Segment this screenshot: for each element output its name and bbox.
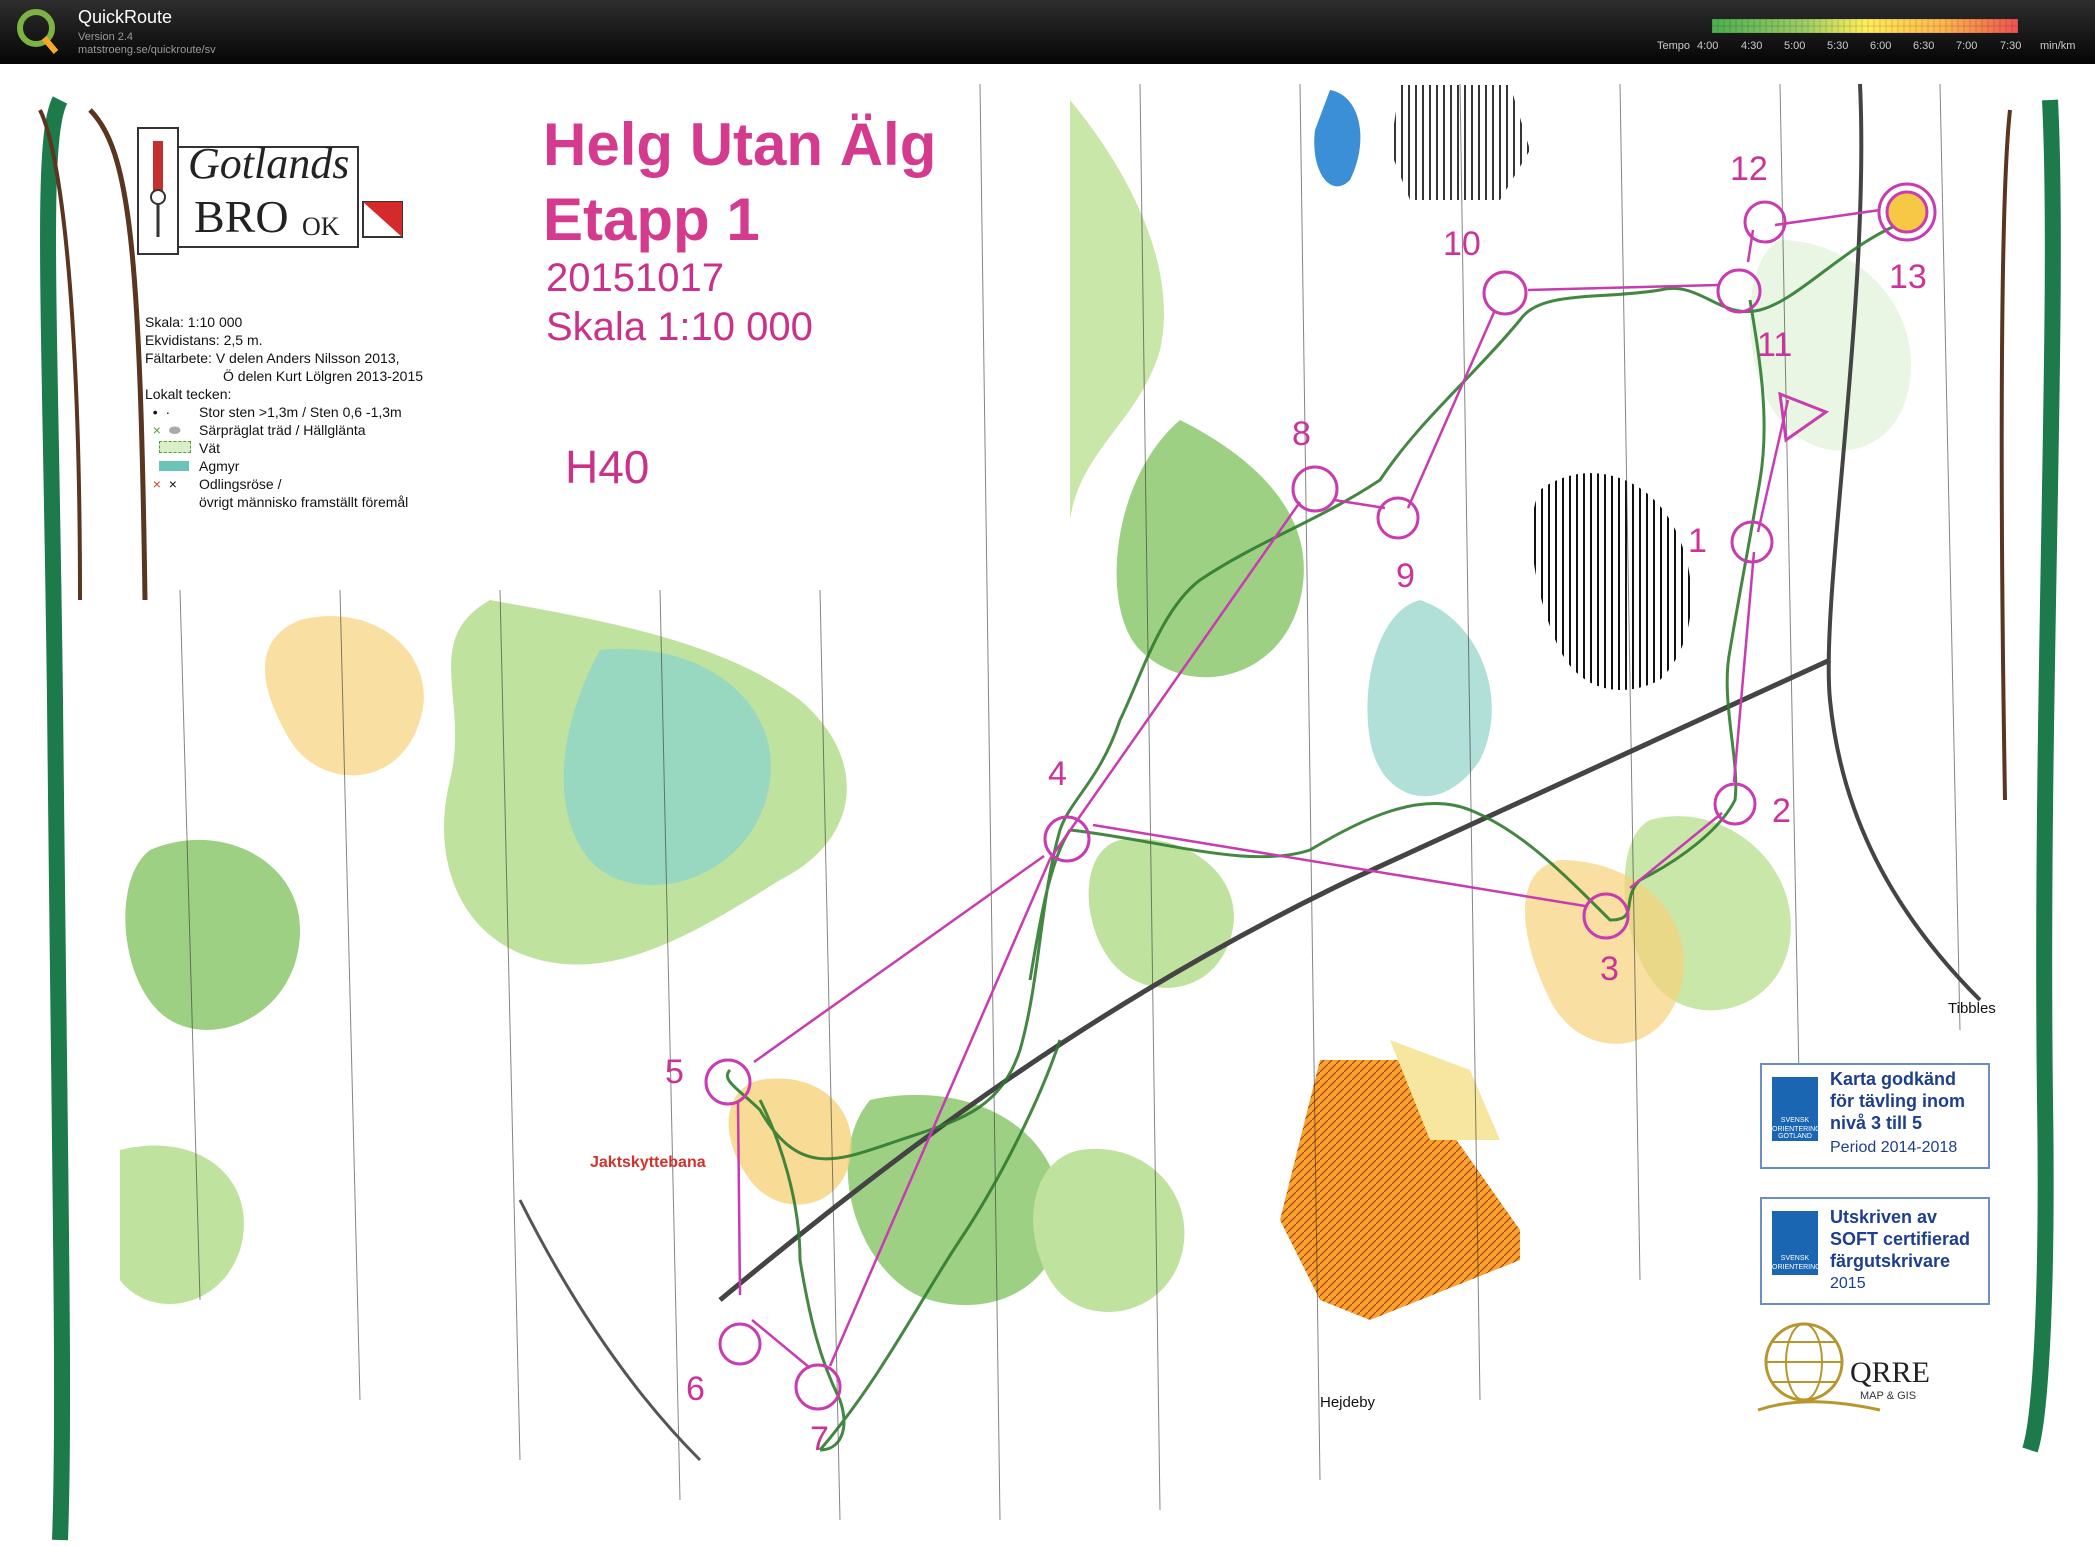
legend-line: Odlingsröse / (199, 476, 282, 492)
logo-text: GOTLAND (1778, 1133, 1812, 1140)
tempo-color-scale (1712, 19, 2018, 33)
tempo-label: Tempo (1657, 40, 1691, 52)
club-name-line1: Gotlands (188, 139, 350, 188)
tempo-tick: 5:00 (1784, 40, 1806, 52)
control-number: 8 (1292, 415, 1311, 453)
badge-year: 2015 (1830, 1275, 1866, 1292)
control-number: 4 (1048, 755, 1067, 793)
tempo-tick: 7:30 (2000, 40, 2022, 52)
badge-line: Utskriven av (1830, 1207, 1938, 1227)
map-approval-badge: SVENSK ORIENTERING GOTLAND Karta godkänd… (1760, 1063, 1990, 1169)
control-number: 6 (686, 1370, 705, 1408)
map-date: 20151017 (546, 256, 724, 300)
map-class: H40 (565, 441, 650, 493)
quickroute-logo-icon (17, 9, 59, 54)
legend-line: Lokalt tecken: (145, 386, 232, 402)
legend-line: Skala: 1:10 000 (145, 314, 243, 330)
legend-line: Stor sten >1,3m / Sten 0,6 -1,3m (199, 404, 402, 420)
app-title: QuickRoute (78, 7, 173, 27)
svensk-orientering-logo-icon: SVENSK ORIENTERING (1772, 1211, 1821, 1275)
place-label-jaktskyttebana: Jaktskyttebana (590, 1154, 706, 1171)
legend-line: Fältarbete: V delen Anders Nilsson 2013, (145, 350, 400, 366)
tempo-tick: 4:00 (1697, 40, 1719, 52)
app-titlebar: QuickRoute Version 2.4 matstroeng.se/qui… (0, 0, 2095, 64)
control-number: 3 (1600, 950, 1619, 988)
tempo-unit: min/km (2040, 40, 2076, 52)
printer-certificate-badge: SVENSK ORIENTERING Utskriven av SOFT cer… (1760, 1197, 1990, 1305)
badge-line: för tävling inom (1830, 1091, 1965, 1111)
legend-line: Särpräglat träd / Hällglänta (199, 422, 366, 438)
badge-period: Period 2014-2018 (1830, 1139, 1958, 1156)
control-number: 5 (665, 1053, 684, 1091)
legend-line: Vät (199, 440, 221, 456)
tempo-tick: 5:30 (1827, 40, 1849, 52)
tempo-tick: 4:30 (1741, 40, 1763, 52)
tree-symbol-icon: × ⬬ (145, 422, 181, 438)
control-number: 12 (1730, 150, 1768, 188)
logo-text: SVENSK (1780, 1117, 1810, 1124)
legend-line: övrigt människo framställt föremål (199, 494, 409, 510)
club-name-line3: OK (302, 212, 340, 241)
app-version: Version 2.4 (78, 31, 134, 43)
map-title: Helg Utan Älg (543, 111, 937, 178)
boulder-symbol-icon: • · (145, 404, 171, 420)
map-scale: Skala 1:10 000 (546, 305, 813, 349)
cairn-symbol-icon: × × (145, 476, 177, 492)
legend-line: Ö delen Kurt Lölgren 2013-2015 (223, 368, 424, 384)
place-label-tibbles: Tibbles (1948, 1000, 1996, 1017)
logo-text: ORIENTERING (1772, 1264, 1821, 1271)
legend-line: Ekvidistans: 2,5 m. (145, 332, 263, 348)
control-number: 7 (810, 1420, 829, 1458)
marsh-symbol-icon (145, 457, 199, 475)
logo-text: SVENSK (1780, 1255, 1810, 1262)
badge-line: nivå 3 till 5 (1830, 1113, 1923, 1133)
control-number: 13 (1889, 258, 1927, 296)
place-label-hejdeby: Hejdeby (1320, 1394, 1376, 1411)
qrre-subtitle: MAP & GIS (1860, 1390, 1917, 1402)
badge-line: Karta godkänd (1830, 1069, 1957, 1089)
badge-line: färgutskrivare (1830, 1251, 1951, 1271)
control-number: 9 (1396, 557, 1415, 595)
tempo-tick: 6:30 (1913, 40, 1935, 52)
logo-text: ORIENTERING (1772, 1126, 1821, 1133)
app-url[interactable]: matstroeng.se/quickroute/sv (78, 44, 216, 56)
map-legend: Skala: 1:10 000 Ekvidistans: 2,5 m. Fält… (145, 313, 423, 511)
qrre-wordmark: QRRE (1850, 1356, 1931, 1389)
svensk-orientering-logo-icon: SVENSK ORIENTERING GOTLAND (1772, 1077, 1821, 1141)
wet-symbol-icon (145, 439, 199, 457)
legend-line: Agmyr (199, 458, 240, 474)
control-number: 1 (1688, 522, 1707, 560)
club-name-line2: BRO (194, 191, 289, 242)
map-stage: Etapp 1 (543, 186, 760, 253)
badge-line: SOFT certifierad (1830, 1229, 1971, 1249)
control-number: 10 (1443, 225, 1481, 263)
finish-circles (1877, 182, 1937, 242)
control-number: 2 (1772, 792, 1791, 830)
tempo-tick: 7:00 (1956, 40, 1978, 52)
control-number: 11 (1757, 326, 1793, 364)
tempo-tick: 6:00 (1870, 40, 1892, 52)
